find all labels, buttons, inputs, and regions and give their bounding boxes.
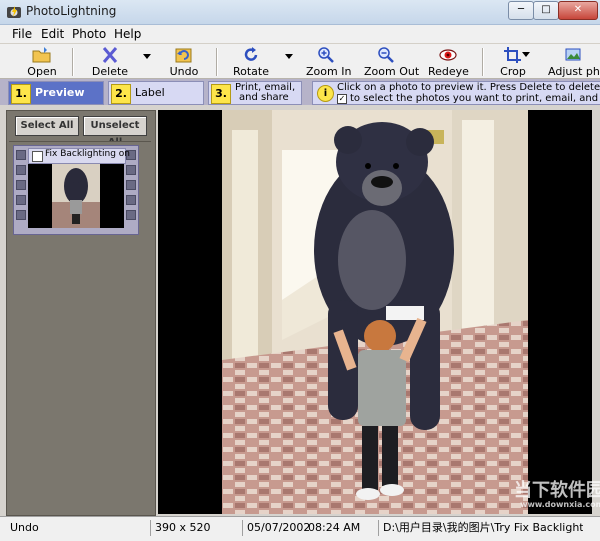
film-perforation [126,165,136,175]
info-line-1: Click on a photo to preview it. Press De… [337,82,600,93]
step-number: 2. [111,84,131,104]
step-label: Label [135,86,165,99]
crop-dropdown-icon[interactable] [522,52,530,57]
film-perforation [16,165,26,175]
film-perforation [16,180,26,190]
thumbnail-checkbox[interactable] [32,151,43,162]
delete-dropdown-icon[interactable] [143,54,151,59]
adjust-photo-button[interactable]: Adjust pho [548,46,600,78]
adjust-photo-icon [565,48,581,61]
step-label-line1: Print, email, [235,82,296,93]
step-label-line2: and share [239,92,289,103]
rotate-icon [244,47,258,61]
step-number: 1. [11,84,31,104]
toolbar: Open Delete Undo Rotate Zoom In Zoom Out… [0,44,600,79]
zoom-in-button[interactable]: Zoom In [306,46,351,78]
status-bar: Undo 390 x 520 05/07/2002 08:24 AM D:\用户… [0,516,600,541]
film-perforation [16,210,26,220]
close-button[interactable]: ✕ [558,1,598,20]
checkbox-icon: ✓ [337,94,347,104]
thumbnail-image [28,164,124,228]
zoom-out-icon [378,47,394,63]
zoom-in-icon [318,47,334,63]
redeye-button[interactable]: Redeye [428,46,469,78]
status-dimensions: 390 x 520 [150,520,243,536]
toolbar-separator [216,48,218,76]
open-button[interactable]: Open [22,46,62,78]
menu-photo[interactable]: Photo [72,27,106,41]
step-label: Preview [35,86,85,99]
redeye-icon [439,49,457,61]
toolbar-separator [482,48,484,76]
watermark: 当下软件园 www.downxia.com [514,480,600,510]
film-perforation [126,195,136,205]
open-folder-icon [32,47,51,63]
thumbnail-caption: Fix Backlighting on [28,148,130,164]
step-share-tab[interactable]: 3. Print, email, and share [208,81,302,105]
info-message: i Click on a photo to preview it. Press … [312,81,600,105]
title-bar: PhotoLightning ─ □ ✕ [0,0,600,25]
status-time: 08:24 AM [308,521,361,534]
film-perforation [16,195,26,205]
step-preview-tab[interactable]: 1. Preview [8,81,104,105]
film-perforation [126,210,136,220]
select-all-button[interactable]: Select All [15,116,79,136]
step-number: 3. [211,84,231,104]
info-line-2: to select the photos you want to print, … [350,93,600,104]
info-icon: i [317,85,334,102]
status-action: Undo [10,521,39,534]
crop-button[interactable]: Crop [496,46,530,78]
window-title: PhotoLightning [26,4,117,18]
delete-button[interactable]: Delete [88,46,132,78]
toolbar-separator [72,48,74,76]
undo-button[interactable]: Undo [164,46,204,78]
photo-preview[interactable]: 当下软件园 www.downxia.com [158,110,600,514]
preview-image [222,110,528,514]
thumbnail-panel: Select All Unselect All Fix Backlighting… [6,110,156,516]
zoom-out-button[interactable]: Zoom Out [364,46,419,78]
unselect-all-button[interactable]: Unselect All [83,116,147,148]
photo-thumbnail[interactable]: Fix Backlighting on [13,145,139,235]
menu-edit[interactable]: Edit [41,27,64,41]
film-perforation [126,180,136,190]
status-path: D:\用户目录\我的图片\Try Fix Backlightin [378,520,583,536]
delete-x-icon [102,47,118,63]
app-icon [7,6,21,18]
crop-icon [504,47,521,63]
film-perforation [16,150,26,160]
menu-help[interactable]: Help [114,27,141,41]
menu-file[interactable]: File [12,27,32,41]
rotate-dropdown-icon[interactable] [285,54,293,59]
workflow-steps-bar: 1. Preview 2. Label 3. Print, email, and… [0,79,600,105]
minimize-button[interactable]: ─ [508,1,534,20]
thumbnail-caption-text: Fix Backlighting on [45,149,130,159]
undo-icon [175,48,192,63]
menu-bar: File Edit Photo Help [0,25,600,44]
step-label-tab[interactable]: 2. Label [108,81,204,105]
rotate-button[interactable]: Rotate [230,46,272,78]
status-date: 05/07/2002 [242,520,309,536]
maximize-button[interactable]: □ [533,1,559,20]
